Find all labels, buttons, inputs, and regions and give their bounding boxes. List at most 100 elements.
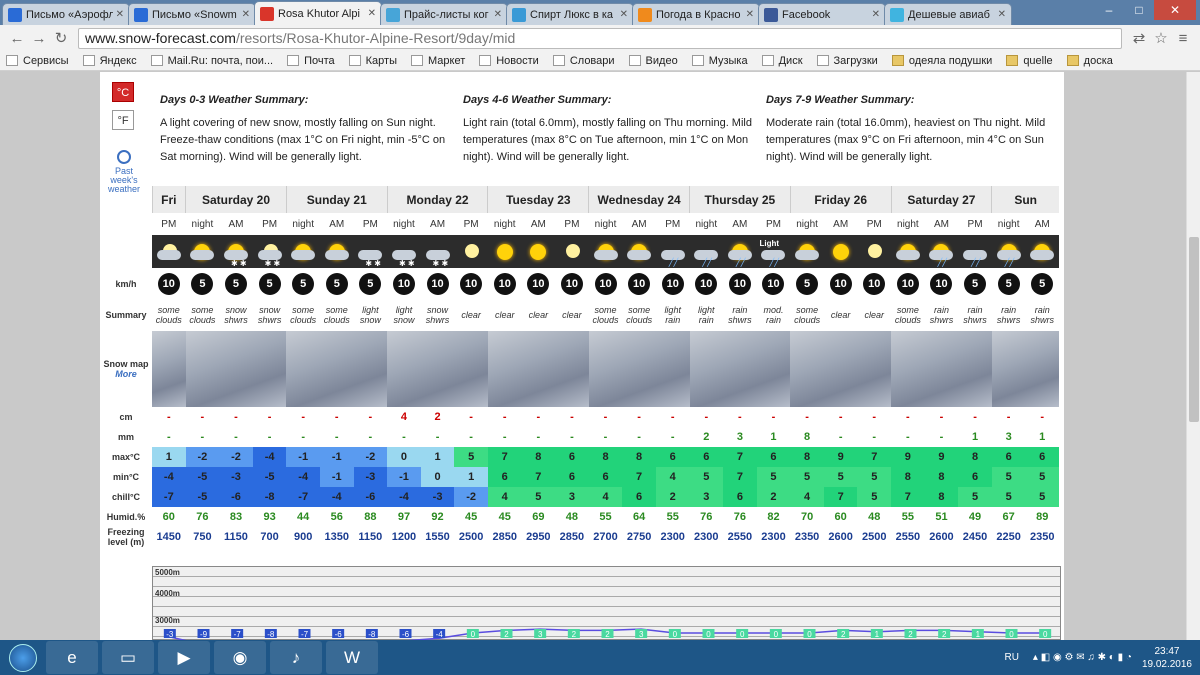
bookmark[interactable]: Видео xyxy=(628,55,678,67)
humid-cell: 56 xyxy=(330,511,343,523)
clock[interactable]: 23:47 19.02.2016 xyxy=(1142,645,1192,671)
browser-tab[interactable]: Письмо «Snowm ✕ xyxy=(128,3,256,25)
ie-icon[interactable]: e xyxy=(46,641,98,674)
snow-cell: - xyxy=(723,407,757,427)
explorer-icon[interactable]: ▭ xyxy=(102,641,154,674)
chrome-icon[interactable]: ◉ xyxy=(214,641,266,674)
snow-cell: - xyxy=(857,407,892,427)
bookmark[interactable]: одеяла подушки xyxy=(891,55,992,67)
snow-map-more-link[interactable]: More xyxy=(100,369,152,379)
summary-cell: some clouds xyxy=(894,305,921,325)
close-tab-icon[interactable]: ✕ xyxy=(494,9,502,20)
snow-map-thumbnail[interactable] xyxy=(286,331,388,407)
period-cell: AM xyxy=(732,218,748,230)
freeze-cell: 1200 xyxy=(391,531,417,543)
translate-icon[interactable]: ⇄ xyxy=(1128,29,1150,47)
bookmark[interactable]: Карты xyxy=(348,55,397,67)
bookmark[interactable]: Диск xyxy=(761,55,803,67)
snow-map-thumbnail[interactable] xyxy=(387,331,488,407)
row-label xyxy=(100,235,152,268)
wind-arrow-icon: 5 xyxy=(292,272,315,295)
page-icon xyxy=(6,55,18,66)
humid-cell: 60 xyxy=(162,511,175,523)
browser-tab[interactable]: Facebook ✕ xyxy=(758,3,886,25)
word-icon[interactable]: W xyxy=(326,641,378,674)
chill-cell: 4 xyxy=(487,487,522,507)
star-icon[interactable]: ☆ xyxy=(1150,29,1172,47)
snow-map-thumbnail[interactable] xyxy=(588,331,690,407)
humid-cell: 83 xyxy=(229,511,243,523)
language-indicator[interactable]: RU xyxy=(1004,652,1018,663)
period-cell: PM xyxy=(362,218,378,230)
bookmark[interactable]: Почта xyxy=(287,55,335,67)
period-cell: night xyxy=(393,218,415,230)
browser-tab[interactable]: Спирт Люкс в ка ✕ xyxy=(506,3,634,25)
close-tab-icon[interactable]: ✕ xyxy=(116,9,124,20)
snow-map-thumbnail[interactable] xyxy=(891,331,992,407)
minimize-button[interactable]: – xyxy=(1094,0,1124,20)
period-row: PM night AM PM night AM PM night AM PM night AM PM ni… xyxy=(100,213,1059,235)
bookmark-label: Яндекс xyxy=(99,54,137,67)
snow-cell: - xyxy=(353,407,388,427)
bookmark[interactable]: Сервисы xyxy=(6,55,69,67)
close-tab-icon[interactable]: ✕ xyxy=(746,9,754,20)
tray-icons[interactable]: ▴ ◧ ◉ ⚙ ✉ ♫ ✱ ◐ ▮ ◔ xyxy=(1033,652,1132,663)
bookmark[interactable]: Яндекс xyxy=(82,54,137,67)
reload-icon[interactable]: ↻ xyxy=(50,29,72,47)
day-header: Sunday 21 xyxy=(285,186,388,213)
snow-map-thumbnail[interactable] xyxy=(487,331,589,407)
back-icon[interactable]: ← xyxy=(6,30,28,47)
forward-icon[interactable]: → xyxy=(28,30,50,47)
close-tab-icon[interactable]: ✕ xyxy=(368,8,376,19)
wind-cell: 10 xyxy=(690,268,724,299)
max-cell: 6 xyxy=(555,447,589,467)
max-cell: 9 xyxy=(924,447,959,467)
browser-tab[interactable]: Rosa Khutor Alpi ✕ xyxy=(254,1,382,25)
bookmark[interactable]: quelle xyxy=(1006,55,1053,67)
close-tab-icon[interactable]: ✕ xyxy=(242,9,250,20)
bookmark[interactable]: Маркет xyxy=(410,55,465,67)
menu-icon[interactable]: ≡ xyxy=(1172,30,1194,47)
snow-map-thumbnail[interactable] xyxy=(152,331,186,407)
page-scrollbar[interactable] xyxy=(1186,72,1200,640)
snow-map-thumbnail[interactable] xyxy=(790,331,892,407)
start-button[interactable] xyxy=(0,640,46,675)
freeze-cell: 2550 xyxy=(727,531,753,543)
min-cell: -5 xyxy=(185,467,220,487)
max-cell: 8 xyxy=(958,447,992,467)
bookmark[interactable]: Музыка xyxy=(691,55,748,67)
bookmark[interactable]: Загрузки xyxy=(816,55,878,67)
bookmark[interactable]: Mail.Ru: почта, пои... xyxy=(150,55,273,67)
freeze-cell: 2850 xyxy=(559,531,585,543)
wind-cell: 10 xyxy=(656,268,690,299)
bookmark[interactable]: доска xyxy=(1066,55,1113,67)
browser-tab[interactable]: Письмо «Аэрофл ✕ xyxy=(2,3,130,25)
snow-map-thumbnail[interactable] xyxy=(185,331,287,407)
close-tab-icon[interactable]: ✕ xyxy=(620,9,628,20)
media-player-icon[interactable]: ▶ xyxy=(158,641,210,674)
audio-icon[interactable]: ♪ xyxy=(270,641,322,674)
browser-tab[interactable]: Прайс-листы ког ✕ xyxy=(380,3,508,25)
snow-map-thumbnail[interactable] xyxy=(991,331,1060,407)
address-bar[interactable]: www.snow-forecast.com/resorts/Rosa-Khuto… xyxy=(78,27,1122,49)
row-label: Snow map More xyxy=(100,331,152,407)
browser-tab[interactable]: Дешевые авиаб ✕ xyxy=(884,3,1012,25)
close-tab-icon[interactable]: ✕ xyxy=(872,9,880,20)
bookmark[interactable]: Словари xyxy=(552,55,615,67)
maximize-button[interactable]: □ xyxy=(1124,0,1154,20)
celsius-toggle[interactable]: °C xyxy=(112,82,134,102)
summary-cell: snow shwrs xyxy=(257,305,282,325)
weather-icon xyxy=(521,235,556,268)
fahrenheit-toggle[interactable]: °F xyxy=(112,110,134,130)
freeze-cell: 700 xyxy=(260,531,279,543)
scrollbar-thumb[interactable] xyxy=(1189,237,1199,422)
bookmark[interactable]: Новости xyxy=(479,55,539,67)
max-cell: -1 xyxy=(319,447,354,467)
close-button[interactable]: ✕ xyxy=(1154,0,1196,20)
close-tab-icon[interactable]: ✕ xyxy=(998,9,1006,20)
snow-map-thumbnail[interactable] xyxy=(689,331,791,407)
rain-cell: - xyxy=(570,431,574,443)
browser-tab[interactable]: Погода в Красно ✕ xyxy=(632,3,760,25)
humid-cell: 82 xyxy=(767,511,780,523)
summary-cell: light snow xyxy=(393,305,415,325)
